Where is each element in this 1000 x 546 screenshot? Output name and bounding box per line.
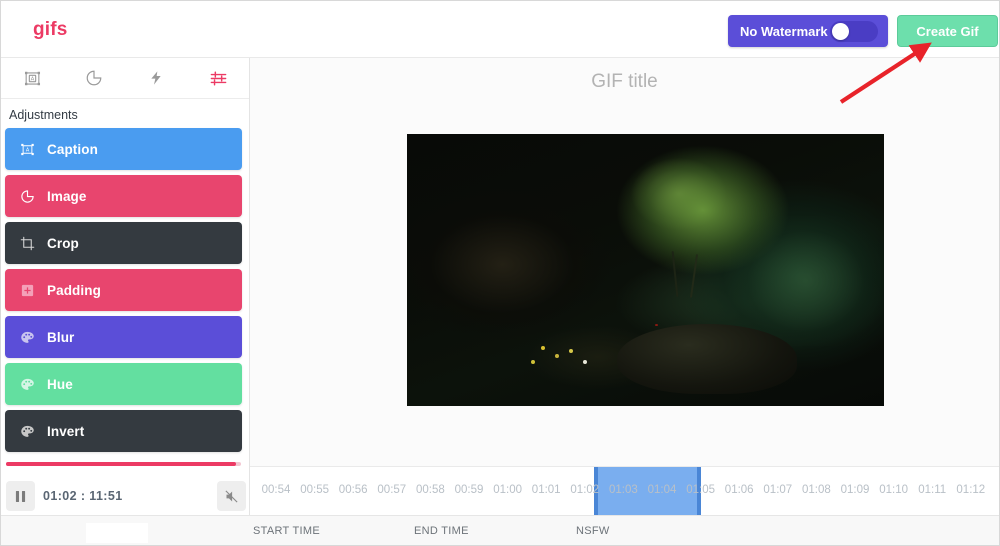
- timeline-tick: 01:04: [647, 484, 677, 496]
- pause-button[interactable]: [6, 481, 35, 511]
- timeline-tick: 01:03: [609, 484, 638, 496]
- flower-dot: [583, 359, 588, 364]
- watermark-switch-track[interactable]: [830, 21, 878, 42]
- timeline-tick: 01:01: [531, 484, 561, 496]
- tab-image[interactable]: [63, 58, 125, 98]
- end-time-label: END TIME: [414, 525, 469, 537]
- pause-icon: [15, 490, 26, 502]
- water-reflection: [731, 215, 882, 346]
- palette-icon: [19, 376, 35, 392]
- app-logo[interactable]: gifs: [33, 19, 68, 41]
- timeline-tick: 01:12: [956, 484, 986, 496]
- adjustment-label: Blur: [47, 329, 75, 345]
- adjustment-item-hue[interactable]: Hue: [5, 363, 242, 405]
- timeline-tick: 01:09: [840, 484, 870, 496]
- adjustment-item-invert[interactable]: Invert: [5, 410, 242, 452]
- timeline-tick: 01:05: [686, 484, 715, 496]
- timeline-tick: 01:11: [918, 484, 947, 496]
- adjustments-section-title: Adjustments: [9, 108, 78, 122]
- tab-effects[interactable]: [125, 58, 187, 98]
- timeline-tick: 00:54: [261, 484, 291, 496]
- flower-dot: [569, 348, 574, 353]
- timeline-tick: 01:06: [724, 484, 754, 496]
- lightning-bolt-icon: [148, 69, 164, 87]
- timeline-scrubber[interactable]: 00:54 00:55 00:56 00:57 00:58 00:59 01:00 01:01…: [250, 466, 999, 517]
- tab-adjustments[interactable]: [187, 58, 249, 98]
- svg-text:A: A: [25, 147, 29, 153]
- gif-editor-app: gifs No Watermark Create Gif A Adjustmen…: [0, 0, 1000, 546]
- playback-progress-bar[interactable]: [6, 462, 241, 466]
- app-header: gifs No Watermark Create Gif: [1, 1, 999, 58]
- timeline-tick: 00:57: [377, 484, 407, 496]
- plus-square-icon: [19, 282, 35, 298]
- adjustment-label: Image: [47, 188, 87, 204]
- muted-speaker-icon: [225, 489, 238, 503]
- gif-title-input[interactable]: GIF title: [250, 71, 999, 93]
- start-time-label: START TIME: [253, 525, 320, 537]
- left-sidebar: A Adjustments A Caption Image Crop Paddi…: [1, 58, 250, 545]
- bottom-input-box[interactable]: [86, 523, 148, 543]
- watermark-switch-knob: [832, 23, 849, 40]
- adjustment-label: Invert: [47, 423, 85, 439]
- crop-icon: [19, 235, 35, 251]
- adjustments-list: A Caption Image Crop Padding Blur Hue In…: [5, 128, 242, 457]
- flower-dot: [655, 324, 659, 327]
- timeline-tick: 01:00: [493, 484, 522, 496]
- sliders-icon: [209, 69, 228, 88]
- palette-icon: [19, 329, 35, 345]
- timeline-tick: 00:59: [454, 484, 484, 496]
- tab-caption[interactable]: A: [1, 58, 63, 98]
- pie-shape-icon: [19, 188, 35, 204]
- timeline-tick: 01:07: [763, 484, 793, 496]
- flower-dot: [540, 346, 545, 351]
- mute-button[interactable]: [217, 481, 246, 511]
- tree-trunk-secondary: [690, 253, 699, 298]
- adjustment-label: Padding: [47, 282, 101, 298]
- preview-image: [407, 134, 884, 406]
- adjustment-item-image[interactable]: Image: [5, 175, 242, 217]
- pie-shape-icon: [85, 69, 103, 87]
- no-watermark-toggle[interactable]: No Watermark: [728, 15, 888, 47]
- bottom-bar: START TIME END TIME NSFW: [1, 515, 999, 545]
- adjustment-label: Hue: [47, 376, 73, 392]
- adjustment-label: Caption: [47, 141, 98, 157]
- flower-dot: [554, 354, 559, 359]
- adjustment-label: Crop: [47, 235, 79, 251]
- adjustment-item-caption[interactable]: A Caption: [5, 128, 242, 170]
- timeline-tick: 01:10: [879, 484, 908, 496]
- text-frame-icon: A: [23, 69, 42, 88]
- playback-time-display: 01:02 : 11:51: [43, 489, 123, 503]
- rock-shape: [616, 324, 797, 395]
- flower-dot: [531, 359, 536, 364]
- adjustment-item-crop[interactable]: Crop: [5, 222, 242, 264]
- palette-icon: [19, 423, 35, 439]
- timeline-tick: 00:58: [416, 484, 445, 496]
- nsfw-label: NSFW: [576, 525, 610, 537]
- svg-text:A: A: [30, 76, 34, 82]
- timeline-tick: 00:56: [338, 484, 368, 496]
- sidebar-tabbar: A: [1, 58, 249, 99]
- playback-progress-fill: [6, 462, 237, 466]
- timeline-tick: 00:55: [300, 484, 329, 496]
- adjustment-item-padding[interactable]: Padding: [5, 269, 242, 311]
- text-frame-icon: A: [19, 141, 35, 157]
- timeline-tick: 01:02: [570, 484, 600, 496]
- no-watermark-label: No Watermark: [740, 23, 828, 39]
- tree-trunk: [671, 250, 679, 297]
- adjustment-item-blur[interactable]: Blur: [5, 316, 242, 358]
- create-gif-button[interactable]: Create Gif: [897, 15, 998, 47]
- timeline-tick: 01:08: [802, 484, 831, 496]
- gif-preview[interactable]: [407, 134, 884, 406]
